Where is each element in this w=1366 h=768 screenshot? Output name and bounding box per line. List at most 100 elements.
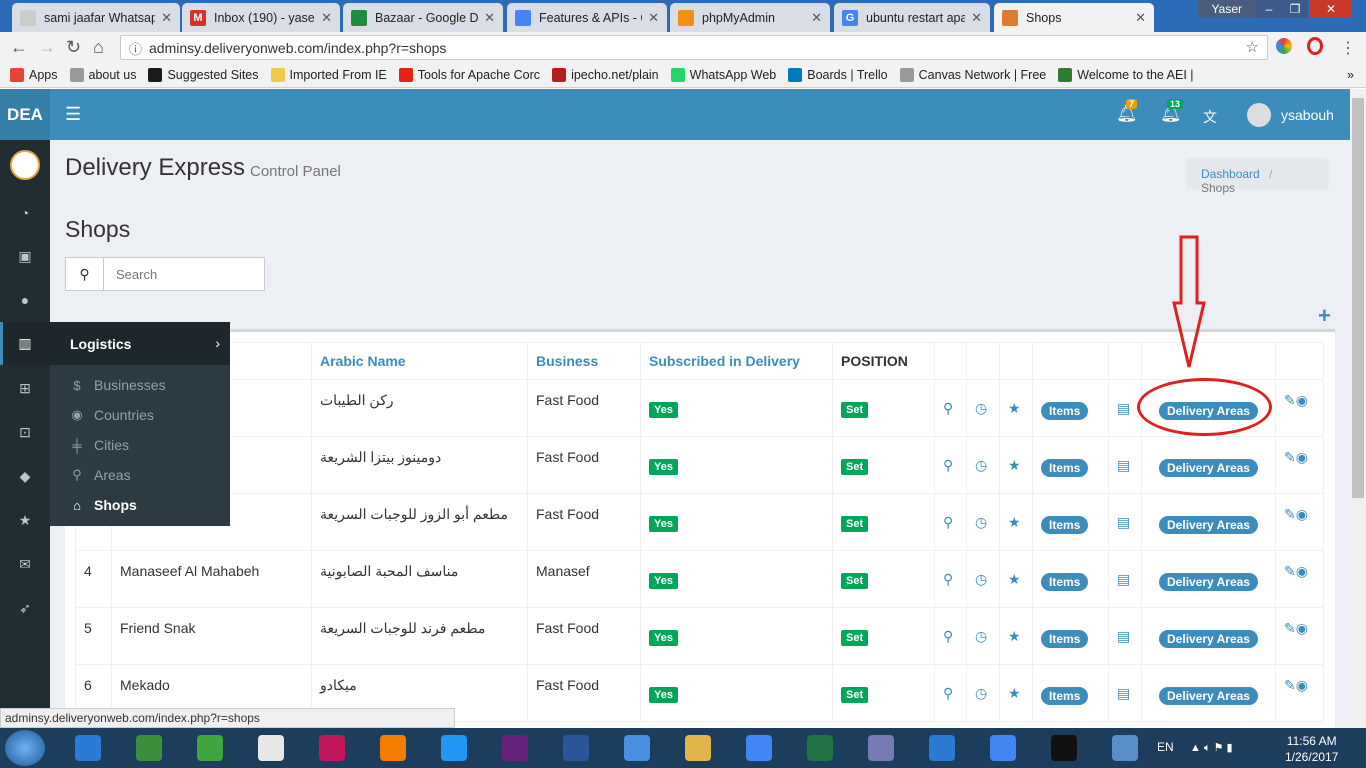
taskbar-app-icon[interactable] bbox=[245, 731, 297, 765]
breadcrumb-dashboard[interactable]: Dashboard bbox=[1201, 167, 1260, 181]
set-position-button[interactable]: Set bbox=[841, 630, 869, 646]
view-icon[interactable]: ◉ bbox=[1296, 620, 1308, 637]
col-business[interactable]: Business bbox=[527, 342, 641, 380]
list-icon[interactable]: ▤ bbox=[1117, 457, 1130, 474]
list-icon[interactable]: ▤ bbox=[1117, 571, 1130, 588]
items-button[interactable]: Items bbox=[1041, 516, 1089, 534]
delivery-areas-button[interactable]: Delivery Areas bbox=[1159, 687, 1258, 705]
browser-tab[interactable]: M Inbox (190) - yaser ✕ bbox=[182, 3, 340, 32]
taskbar-app-icon[interactable] bbox=[550, 731, 602, 765]
edit-icon[interactable]: ✎ bbox=[1284, 506, 1296, 523]
star-icon[interactable]: ★ bbox=[0, 512, 50, 529]
map-marker-icon[interactable]: ⚲ bbox=[943, 571, 953, 588]
tab-close-icon[interactable]: ✕ bbox=[1135, 10, 1146, 26]
set-position-button[interactable]: Set bbox=[841, 402, 869, 418]
clock-icon[interactable]: ◷ bbox=[975, 400, 987, 417]
set-position-button[interactable]: Set bbox=[841, 687, 869, 703]
bookmark-item[interactable]: Suggested Sites bbox=[148, 67, 259, 82]
edit-icon[interactable]: ✎ bbox=[1284, 620, 1296, 637]
items-button[interactable]: Items bbox=[1041, 630, 1089, 648]
dashboard-icon[interactable]: ◔ bbox=[0, 205, 50, 221]
delivery-areas-button[interactable]: Delivery Areas bbox=[1159, 630, 1258, 648]
taskbar-app-icon[interactable] bbox=[916, 731, 968, 765]
back-icon[interactable]: ← bbox=[10, 37, 28, 58]
user-menu[interactable]: ysabouh bbox=[1247, 103, 1334, 127]
language-icon[interactable]: 文 bbox=[1203, 107, 1217, 127]
map-marker-icon[interactable]: ⚲ bbox=[943, 457, 953, 474]
briefcase-icon[interactable]: ▣ bbox=[0, 248, 50, 265]
tags-icon[interactable]: ◆ bbox=[0, 468, 50, 485]
bookmark-item[interactable]: WhatsApp Web bbox=[670, 67, 776, 82]
flyout-item-cities[interactable]: ╪ Cities bbox=[68, 437, 129, 453]
tray-icons[interactable]: ▲ 🔈︎ ⚑ ▮ bbox=[1190, 741, 1233, 755]
taskbar-app-icon[interactable] bbox=[733, 731, 785, 765]
taskbar-app-icon[interactable] bbox=[428, 731, 480, 765]
taskbar-app-icon[interactable] bbox=[672, 731, 724, 765]
view-icon[interactable]: ◉ bbox=[1296, 563, 1308, 580]
browser-tab[interactable]: Shops ✕ bbox=[994, 3, 1154, 32]
taskbar-app-icon[interactable] bbox=[1099, 731, 1151, 765]
view-icon[interactable]: ◉ bbox=[1296, 392, 1308, 409]
bookmark-item[interactable]: about us bbox=[69, 67, 136, 82]
bookmark-item[interactable]: Apps bbox=[10, 67, 58, 82]
clock-icon[interactable]: ◷ bbox=[975, 571, 987, 588]
language-indicator[interactable]: EN bbox=[1157, 740, 1174, 754]
map-marker-icon[interactable]: ⚲ bbox=[943, 400, 953, 417]
items-button[interactable]: Items bbox=[1041, 402, 1089, 420]
browser-tab[interactable]: phpMyAdmin ✕ bbox=[670, 3, 830, 32]
star-icon[interactable]: ★ bbox=[1008, 457, 1021, 474]
taskbar-app-icon[interactable] bbox=[1038, 731, 1090, 765]
bookmark-item[interactable]: ipecho.net/plain bbox=[552, 67, 659, 82]
flyout-header[interactable]: Logistics › bbox=[50, 322, 230, 365]
envelope-icon[interactable]: ✉ bbox=[0, 556, 50, 573]
set-position-button[interactable]: Set bbox=[841, 573, 869, 589]
flyout-item-businesses[interactable]: $ Businesses bbox=[68, 377, 165, 393]
edit-icon[interactable]: ✎ bbox=[1284, 677, 1296, 694]
clock[interactable]: 11:56 AM 1/26/2017 bbox=[1285, 733, 1338, 765]
view-icon[interactable]: ◉ bbox=[1296, 506, 1308, 523]
scrollbar-thumb[interactable] bbox=[1352, 98, 1364, 498]
list-icon[interactable]: ▤ bbox=[1117, 400, 1130, 417]
search-icon[interactable]: ⚲ bbox=[66, 258, 104, 290]
browser-tab[interactable]: Gubuntu restart apa ✕ bbox=[834, 3, 990, 32]
edit-icon[interactable]: ✎ bbox=[1284, 563, 1296, 580]
home-icon[interactable]: ⌂ bbox=[93, 37, 104, 58]
view-icon[interactable]: ◉ bbox=[1296, 677, 1308, 694]
star-icon[interactable]: ★ bbox=[1008, 628, 1021, 645]
taskbar-app-icon[interactable] bbox=[123, 731, 175, 765]
taskbar-app-icon[interactable] bbox=[794, 731, 846, 765]
bookmark-item[interactable]: Canvas Network | Free bbox=[899, 67, 1046, 82]
bookmark-star-icon[interactable]: ☆ bbox=[1246, 38, 1259, 56]
set-position-button[interactable]: Set bbox=[841, 516, 869, 532]
sitemap-icon[interactable]: ⊞ bbox=[0, 380, 50, 397]
star-icon[interactable]: ★ bbox=[1008, 514, 1021, 531]
start-button[interactable] bbox=[5, 730, 45, 766]
delivery-areas-button[interactable]: Delivery Areas bbox=[1159, 573, 1258, 591]
user-icon[interactable]: ● bbox=[0, 292, 50, 308]
minimize-button[interactable]: – bbox=[1256, 0, 1282, 18]
items-button[interactable]: Items bbox=[1041, 459, 1089, 477]
clock-icon[interactable]: ◷ bbox=[975, 457, 987, 474]
search-input[interactable] bbox=[104, 258, 264, 290]
rocket-icon[interactable]: ➶ bbox=[0, 600, 50, 617]
bookmark-item[interactable]: Boards | Trello bbox=[788, 67, 888, 82]
flyout-item-areas[interactable]: ⚲ Areas bbox=[68, 467, 130, 483]
set-position-button[interactable]: Set bbox=[841, 459, 869, 475]
clock-icon[interactable]: ◷ bbox=[975, 685, 987, 702]
flyout-item-shops[interactable]: ⌂ Shops bbox=[68, 497, 137, 513]
flyout-item-countries[interactable]: ◉ Countries bbox=[68, 407, 154, 423]
taskbar-app-icon[interactable] bbox=[306, 731, 358, 765]
list-icon[interactable]: ▤ bbox=[1117, 685, 1130, 702]
taskbar-app-icon[interactable] bbox=[855, 731, 907, 765]
view-icon[interactable]: ◉ bbox=[1296, 449, 1308, 466]
clock-icon[interactable]: ◷ bbox=[975, 514, 987, 531]
taskbar-app-icon[interactable] bbox=[62, 731, 114, 765]
close-window-button[interactable]: ✕ bbox=[1310, 0, 1352, 18]
items-button[interactable]: Items bbox=[1041, 573, 1089, 591]
tab-close-icon[interactable]: ✕ bbox=[811, 10, 822, 26]
map-marker-icon[interactable]: ⚲ bbox=[943, 685, 953, 702]
extension-icon[interactable] bbox=[1276, 38, 1292, 54]
browser-tab[interactable]: Features & APIs - G ✕ bbox=[507, 3, 667, 32]
clock-icon[interactable]: ◷ bbox=[975, 628, 987, 645]
bookmark-item[interactable]: Welcome to the AEI | bbox=[1058, 67, 1194, 82]
